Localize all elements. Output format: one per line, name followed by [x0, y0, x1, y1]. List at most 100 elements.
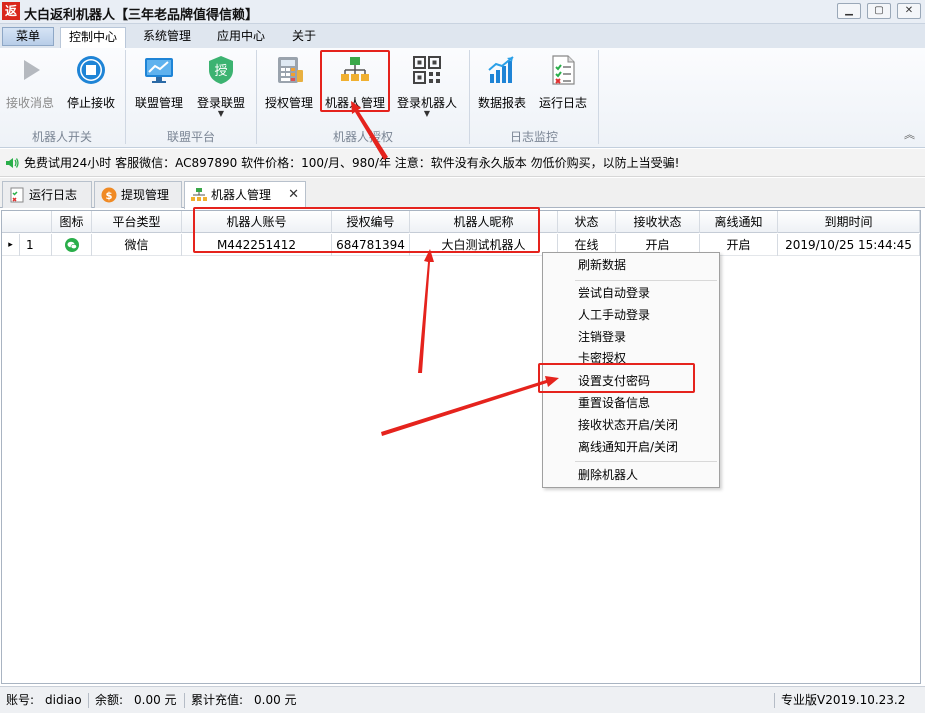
stop-receive-button[interactable]: 停止接收 [62, 52, 120, 122]
qr-code-icon [411, 54, 443, 86]
menu-item-delete-robot[interactable]: 删除机器人 [578, 465, 638, 485]
maximize-button[interactable]: ▢ [867, 3, 891, 19]
minimize-button[interactable]: ▁ [837, 3, 861, 19]
status-bar: 账号: didiao 余额: 0.00 元 累计充值: 0.00 元 专业版V2… [0, 686, 925, 713]
status-divider [774, 693, 775, 708]
column-header-auth-number[interactable]: 授权编号 [332, 211, 410, 233]
group-label-log-monitor: 日志监控 [509, 130, 558, 144]
platform-cell: 微信 [92, 234, 182, 256]
tab-control-center[interactable]: 控制中心 [60, 27, 126, 48]
balance-value: 0.00 元 [134, 693, 177, 707]
notice-bar: 免费试用24小时 客服微信：AC897890 软件价格：100/月、980/年 … [0, 149, 925, 177]
menu-item-logout[interactable]: 注销登录 [578, 327, 626, 347]
receive-messages-label: 接收消息 [5, 96, 54, 110]
robot-management-button[interactable]: 机器人管理 [322, 52, 388, 122]
login-robot-button[interactable]: 登录机器人 ▼ [394, 52, 460, 122]
tab-withdraw-management[interactable]: $ 提现管理 [94, 181, 182, 208]
authorization-management-label: 授权管理 [264, 96, 313, 110]
alliance-management-button[interactable]: 联盟管理 [130, 52, 188, 122]
collapse-ribbon-icon[interactable]: ︽ [904, 126, 915, 142]
window-title: 大白返利机器人【三年老品牌值得信赖】 [24, 8, 259, 23]
bar-chart-icon [486, 54, 518, 86]
ribbon-tab-bar: 菜单 控制中心 系统管理 应用中心 关于 [0, 24, 925, 48]
tab-about[interactable]: 关于 [282, 27, 326, 48]
row-icon-cell [52, 234, 92, 256]
menu-item-manual-login[interactable]: 人工手动登录 [578, 305, 650, 325]
wechat-icon [64, 238, 79, 252]
checklist-document-icon [547, 54, 579, 86]
group-divider [598, 50, 599, 144]
status-divider [88, 693, 89, 708]
tab-robot-management-label: 机器人管理 [211, 188, 272, 202]
auth-number-cell: 684781394 [332, 234, 410, 256]
tab-withdraw-management-label: 提现管理 [121, 188, 170, 202]
menu-item-reset-device-info[interactable]: 重置设备信息 [578, 393, 650, 413]
log-document-icon [10, 187, 24, 203]
menu-item-refresh-data[interactable]: 刷新数据 [578, 255, 626, 275]
grid-header: 图标 平台类型 机器人账号 授权编号 机器人昵称 状态 接收状态 离线通知 到期… [2, 211, 920, 233]
login-robot-label: 登录机器人 [396, 96, 457, 110]
account-label: 账号: [6, 693, 35, 707]
row-header-corner [2, 211, 52, 233]
expire-time-cell: 2019/10/25 15:44:45 [778, 234, 920, 256]
column-header-status[interactable]: 状态 [558, 211, 616, 233]
monitor-chart-icon [143, 54, 175, 86]
login-alliance-button[interactable]: 授 登录联盟 ▼ [192, 52, 250, 122]
play-icon [14, 54, 46, 86]
account-value: didiao [45, 693, 82, 707]
menu-item-toggle-offline-notify[interactable]: 离线通知开启/关闭 [578, 437, 678, 457]
menu-item-toggle-receive-status[interactable]: 接收状态开启/关闭 [578, 415, 678, 435]
shield-authorize-icon: 授 [205, 54, 237, 86]
network-icon [191, 188, 207, 201]
run-log-button[interactable]: 运行日志 [535, 52, 591, 122]
authorization-management-button[interactable]: 授权管理 [261, 52, 317, 122]
group-label-alliance-platform: 联盟平台 [166, 130, 215, 144]
coin-glyph: $ [106, 191, 113, 202]
stop-icon [75, 54, 107, 86]
recharge-label: 累计充值: [191, 693, 244, 707]
table-row[interactable]: ▸ 1 微信 M442251412 684781394 大白测试机器人 在线 开… [2, 234, 920, 256]
app-icon: 返 [2, 2, 20, 20]
column-header-platform[interactable]: 平台类型 [92, 211, 182, 233]
menu-separator [575, 280, 717, 281]
column-header-robot-nickname[interactable]: 机器人昵称 [410, 211, 558, 233]
column-header-robot-account[interactable]: 机器人账号 [182, 211, 332, 233]
menu-item-card-authorize[interactable]: 卡密授权 [578, 348, 626, 368]
tab-run-log-label: 运行日志 [29, 188, 78, 202]
balance-label: 余额: [95, 693, 124, 707]
tab-system-management[interactable]: 系统管理 [134, 27, 200, 48]
close-window-button[interactable]: ✕ [897, 3, 921, 19]
speaker-icon [6, 158, 19, 168]
dropdown-arrow-icon: ▼ [423, 109, 431, 118]
group-label-robot-switch: 机器人开关 [31, 130, 92, 144]
receive-messages-button[interactable]: 接收消息 [2, 52, 58, 122]
ribbon: 接收消息 停止接收 机器人开关 联盟管理 授 登录联盟 ▼ 联盟平台 授权管理 … [0, 48, 925, 148]
recharge-value: 0.00 元 [254, 693, 297, 707]
data-report-label: 数据报表 [477, 96, 526, 110]
notice-text: 免费试用24小时 客服微信：AC897890 软件价格：100/月、980/年 … [24, 156, 680, 170]
column-header-icon[interactable]: 图标 [52, 211, 92, 233]
login-alliance-label: 登录联盟 [196, 96, 245, 110]
calculator-icon [273, 54, 305, 86]
tab-run-log[interactable]: 运行日志 [2, 181, 92, 208]
run-log-label: 运行日志 [538, 96, 587, 110]
close-tab-icon[interactable]: ✕ [288, 182, 299, 208]
menu-item-auto-login[interactable]: 尝试自动登录 [578, 283, 650, 303]
menu-item-set-payment-password[interactable]: 设置支付密码 [578, 371, 650, 391]
shield-glyph: 授 [214, 64, 227, 79]
robot-grid: 图标 平台类型 机器人账号 授权编号 机器人昵称 状态 接收状态 离线通知 到期… [1, 210, 921, 684]
dropdown-arrow-icon: ▼ [217, 109, 225, 118]
tab-app-center[interactable]: 应用中心 [208, 27, 274, 48]
column-header-expire-time[interactable]: 到期时间 [778, 211, 920, 233]
column-header-receive-status[interactable]: 接收状态 [616, 211, 700, 233]
network-icon [339, 54, 371, 86]
data-report-button[interactable]: 数据报表 [474, 52, 530, 122]
tab-robot-management[interactable]: 机器人管理 ✕ [184, 181, 306, 209]
context-menu: 刷新数据 尝试自动登录 人工手动登录 注销登录 卡密授权 设置支付密码 重置设备… [542, 252, 720, 488]
coin-icon: $ [101, 187, 117, 203]
menu-button[interactable]: 菜单 [2, 27, 54, 46]
version-text: 专业版V2019.10.23.2 [781, 693, 906, 707]
status-divider [184, 693, 185, 708]
column-header-offline-notify[interactable]: 离线通知 [700, 211, 778, 233]
robot-account-cell: M442251412 [182, 234, 332, 256]
